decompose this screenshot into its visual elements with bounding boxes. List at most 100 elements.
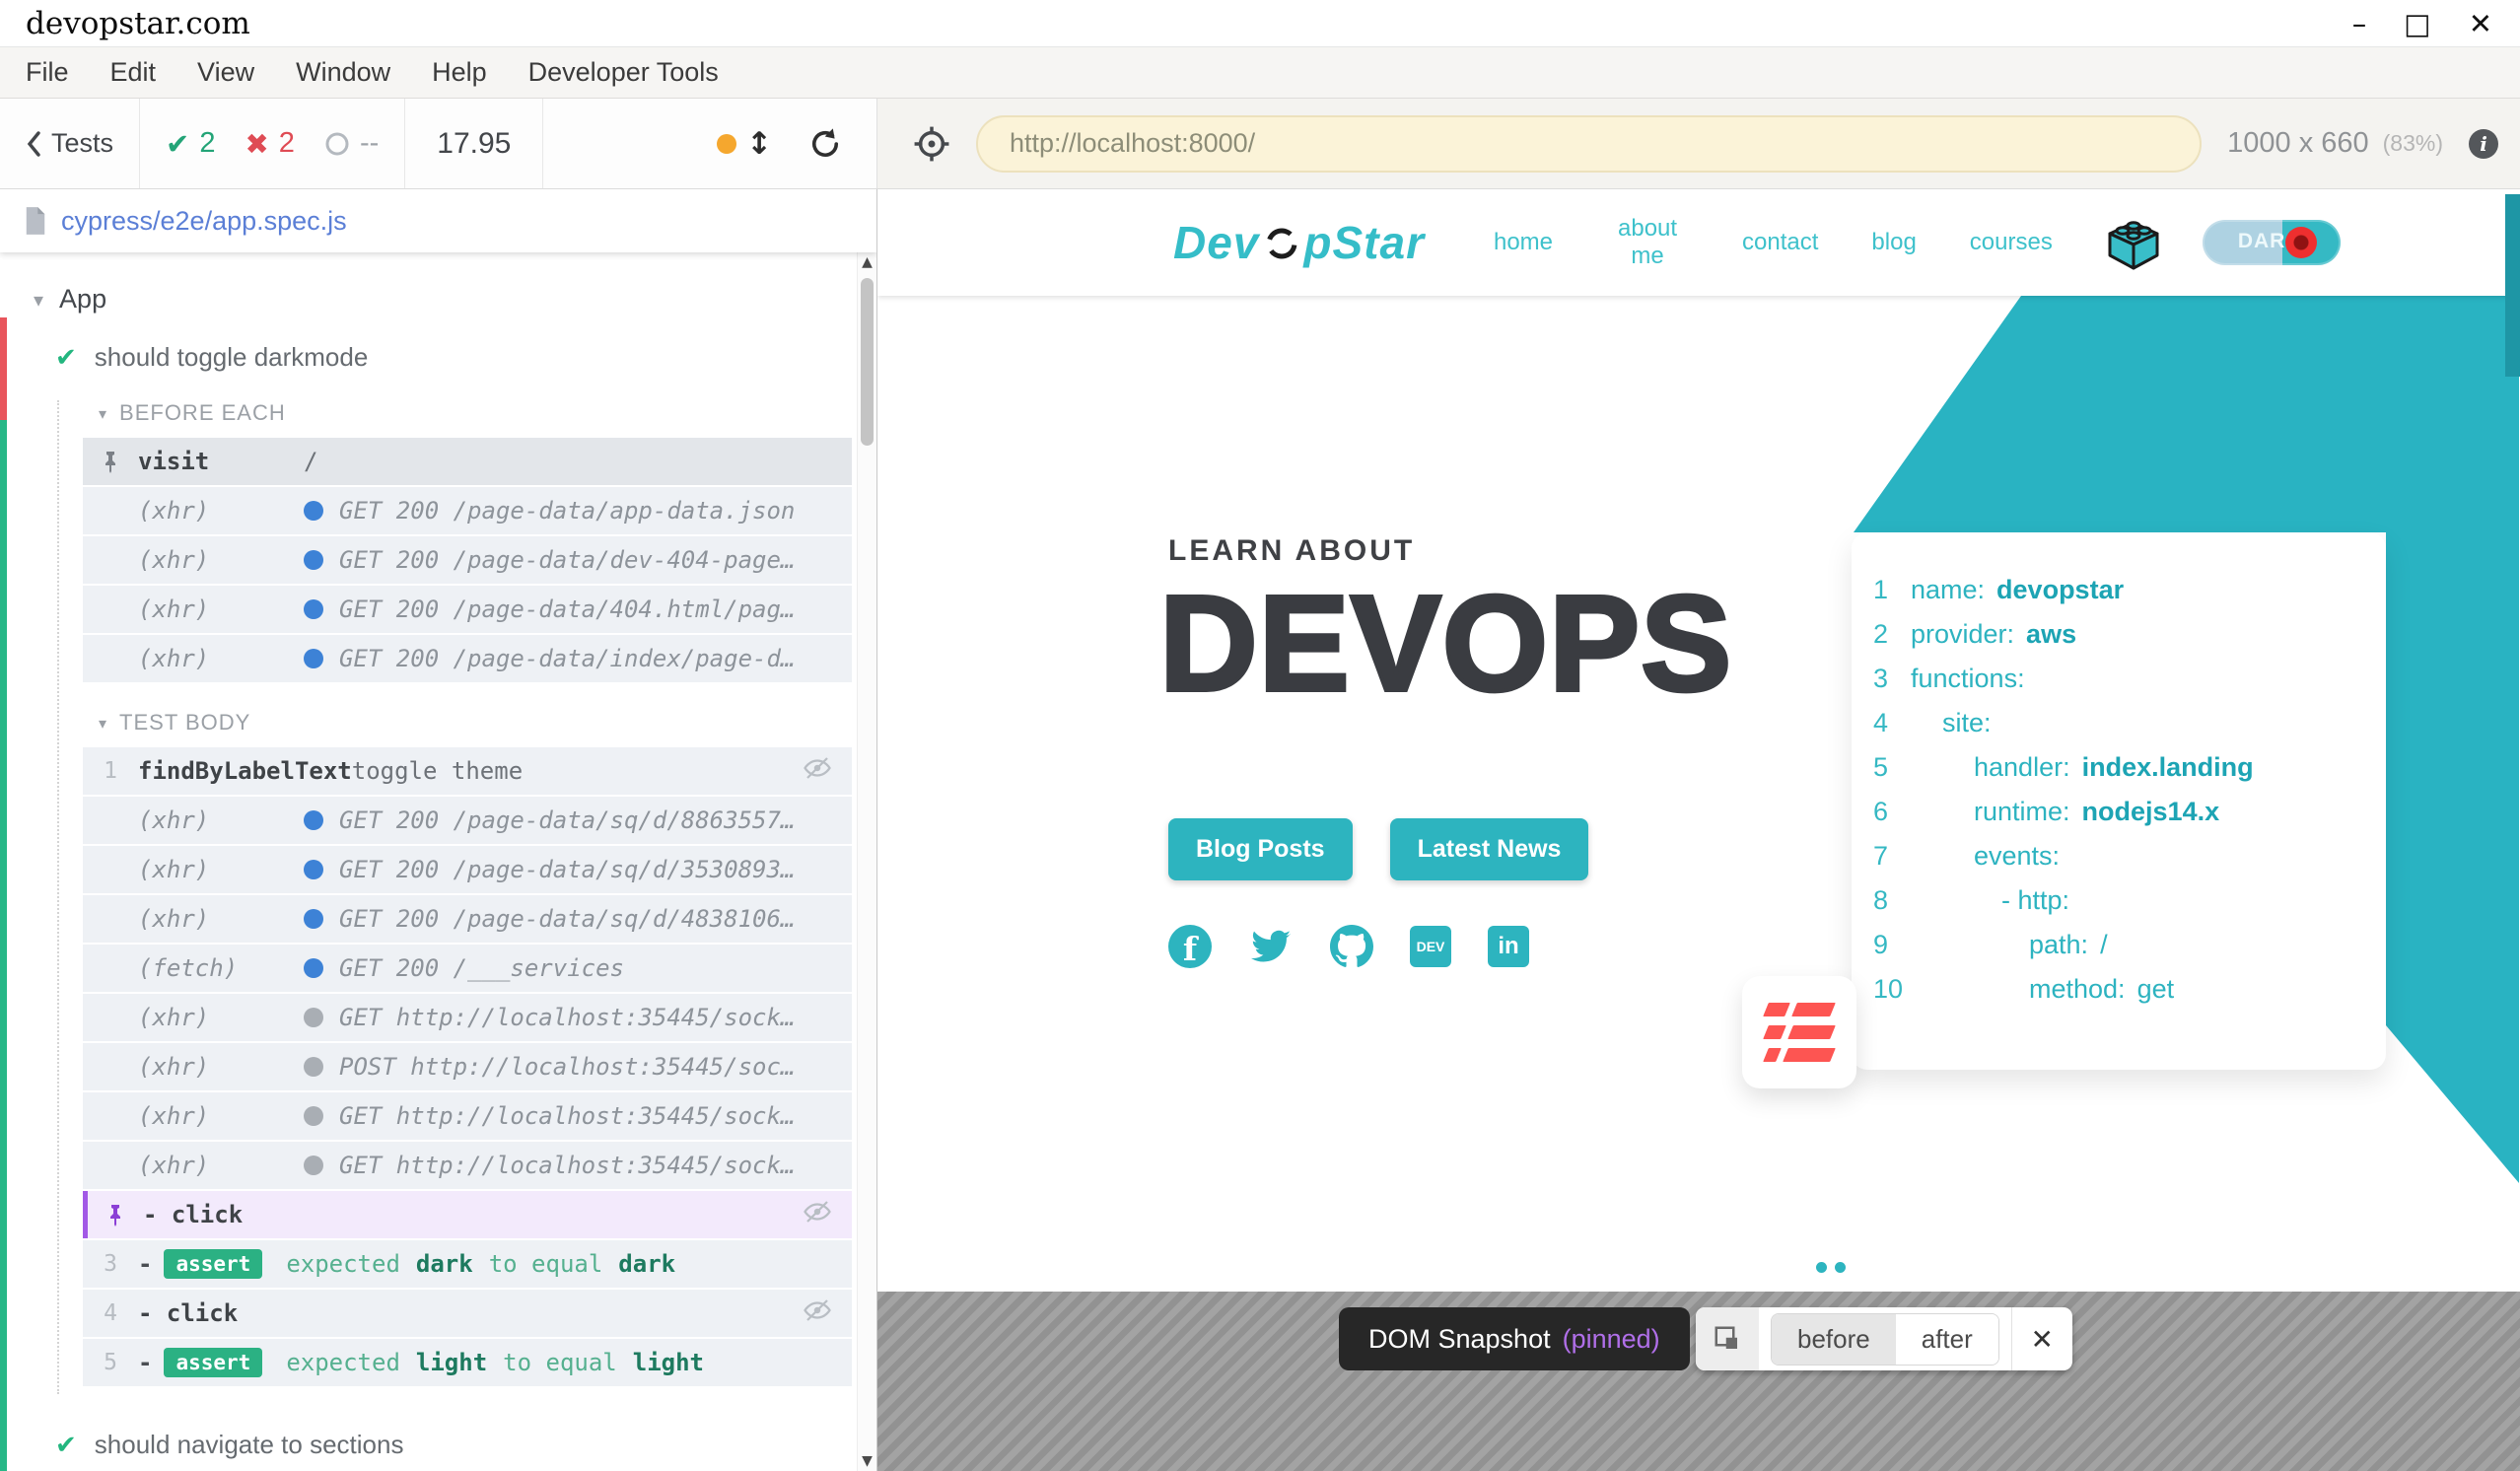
logo-gear-o-icon — [1262, 223, 1301, 262]
command-number: 5 — [104, 1350, 117, 1375]
command-row-findbylabeltext[interactable]: 1 findByLabelText toggle theme — [83, 747, 852, 795]
command-row-fetch[interactable]: (fetch) GET 200 /___services — [83, 945, 852, 992]
test-row-navigate-sections[interactable]: ✔ should navigate to sections — [55, 1430, 876, 1460]
failed-count[interactable]: ✖2 — [245, 127, 294, 161]
after-button[interactable]: after — [1896, 1314, 1998, 1365]
command-row-xhr[interactable]: (xhr) GET 200 /page-data/404.html/pag… — [83, 586, 852, 633]
site-scrollbar-thumb[interactable] — [2505, 194, 2520, 377]
command-row-click-pinned[interactable]: - click — [83, 1191, 852, 1238]
assert-dash: - — [138, 1250, 152, 1278]
command-row-assert[interactable]: 3 - assert expected dark to equal dark — [83, 1240, 852, 1288]
section-before-each[interactable]: ▾ BEFORE EACH — [99, 400, 876, 426]
menu-file[interactable]: File — [26, 57, 69, 88]
command-row-xhr[interactable]: (xhr) GET 200 /page-data/sq/d/4838106… — [83, 895, 852, 943]
command-message: GET 200 /page-data/sq/d/8863557… — [339, 806, 795, 834]
command-message: GET 200 /page-data/dev-404-page… — [339, 546, 795, 574]
suite-row[interactable]: ▾ App — [0, 252, 876, 315]
suite-name: App — [59, 284, 106, 315]
collapse-caret-icon: ▾ — [34, 288, 43, 312]
nav-blog[interactable]: blog — [1871, 229, 1916, 256]
command-row-xhr[interactable]: (xhr) GET 200 /page-data/sq/d/3530893… — [83, 846, 852, 893]
command-message: GET http://localhost:35445/sock… — [339, 1004, 795, 1031]
test-row-toggle-darkmode[interactable]: ✔ should toggle darkmode — [55, 342, 876, 373]
command-row-xhr[interactable]: (xhr) GET 200 /page-data/index/page-d… — [83, 635, 852, 682]
social-links: f DEV in — [1168, 925, 1529, 968]
command-message: GET 200 /page-data/404.html/pag… — [339, 595, 795, 623]
snapshot-close-button[interactable]: ✕ — [2011, 1307, 2072, 1370]
pin-icon[interactable] — [104, 1203, 127, 1226]
nav-home[interactable]: home — [1494, 229, 1553, 256]
command-row-xhr[interactable]: (xhr) GET 200 /page-data/sq/d/8863557… — [83, 797, 852, 844]
dark-mode-toggle[interactable]: DAR — [2203, 220, 2341, 265]
facebook-icon[interactable]: f — [1168, 925, 1212, 968]
code-line: 9path:/ — [1852, 923, 2386, 967]
command-message: toggle theme — [352, 757, 523, 785]
cypress-reporter: cypress/e2e/app.spec.js ▾ App ✔ should t… — [0, 189, 877, 1471]
site-logo[interactable]: Dev pStar — [1173, 216, 1425, 269]
viewport-info-icon[interactable]: i — [2469, 129, 2498, 159]
section-test-body[interactable]: ▾ TEST BODY — [99, 710, 876, 736]
pin-icon[interactable] — [99, 450, 122, 473]
scroll-down-arrow-icon[interactable]: ▼ — [858, 1453, 876, 1469]
twitter-icon[interactable] — [1248, 927, 1294, 966]
latest-news-button[interactable]: Latest News — [1390, 818, 1589, 880]
command-row-xhr[interactable]: (xhr) GET http://localhost:35445/sock… — [83, 994, 852, 1041]
selector-playground-icon[interactable] — [913, 125, 950, 163]
command-name: (xhr) — [138, 1102, 304, 1130]
command-row-xhr[interactable]: (xhr) GET 200 /page-data/dev-404-page… — [83, 536, 852, 584]
status-bar-failed — [0, 317, 7, 420]
nav-courses[interactable]: courses — [1970, 229, 2053, 256]
maximize-button[interactable]: □ — [2404, 7, 2430, 40]
spec-file-link[interactable]: cypress/e2e/app.spec.js — [61, 206, 347, 237]
test-duration: 17.95 — [405, 99, 543, 188]
pending-circle-icon — [324, 131, 350, 157]
url-input[interactable]: http://localhost:8000/ — [976, 115, 2202, 173]
scroll-up-arrow-icon[interactable]: ▲ — [858, 254, 876, 270]
snapshot-title: DOM Snapshot — [1368, 1324, 1551, 1355]
close-button[interactable]: ✕ — [2469, 7, 2492, 40]
linkedin-icon[interactable]: in — [1488, 926, 1529, 967]
lego-brick-icon[interactable] — [2102, 210, 2165, 275]
nav-about-me[interactable]: about me — [1606, 215, 1689, 269]
xhr-status-dot-icon — [304, 860, 323, 879]
command-message: GET 200 /page-data/sq/d/3530893… — [339, 856, 795, 883]
command-number: 3 — [104, 1251, 117, 1277]
menu-window[interactable]: Window — [296, 57, 390, 88]
dev-to-icon[interactable]: DEV — [1410, 926, 1451, 967]
back-to-tests-button[interactable]: Tests — [0, 99, 140, 188]
eye-slash-icon — [803, 1199, 832, 1230]
github-icon[interactable] — [1330, 925, 1373, 968]
menu-edit[interactable]: Edit — [110, 57, 157, 88]
x-icon: ✖ — [245, 127, 268, 161]
xhr-pending-dot-icon — [304, 1156, 323, 1175]
command-row-assert[interactable]: 5 - assert expected light to equal light — [83, 1339, 852, 1386]
auto-scroll-toggle[interactable]: ↕ — [746, 126, 772, 162]
command-name: - click — [138, 1299, 304, 1327]
reporter-scrollbar[interactable]: ▲ ▼ — [857, 252, 876, 1471]
passed-count[interactable]: ✔2 — [166, 127, 215, 161]
command-name: (xhr) — [138, 1152, 304, 1179]
command-number: 4 — [104, 1300, 117, 1326]
command-row-xhr[interactable]: (xhr) GET 200 /page-data/app-data.json — [83, 487, 852, 534]
refresh-icon[interactable] — [807, 126, 843, 162]
command-row-xhr[interactable]: (xhr) POST http://localhost:35445/soc… — [83, 1043, 852, 1090]
command-row-click[interactable]: 4 - click — [83, 1290, 852, 1337]
before-button[interactable]: before — [1772, 1314, 1896, 1365]
assert-badge: assert — [164, 1249, 262, 1279]
command-row-xhr[interactable]: (xhr) GET http://localhost:35445/sock… — [83, 1092, 852, 1140]
command-name: (fetch) — [138, 954, 304, 982]
window-titlebar: devopstar.com – □ ✕ — [0, 0, 2520, 47]
menu-help[interactable]: Help — [432, 57, 487, 88]
snapshot-highlight-button[interactable] — [1696, 1307, 1759, 1370]
command-row-visit[interactable]: visit / — [83, 438, 852, 485]
minimize-button[interactable]: – — [2352, 7, 2367, 40]
command-name: - click — [143, 1201, 309, 1228]
nav-contact[interactable]: contact — [1742, 229, 1818, 256]
scrollbar-thumb[interactable] — [861, 278, 874, 446]
command-row-xhr[interactable]: (xhr) GET http://localhost:35445/sock… — [83, 1142, 852, 1189]
menu-developer-tools[interactable]: Developer Tools — [528, 57, 719, 88]
pending-count[interactable]: -- — [324, 127, 379, 160]
menu-view[interactable]: View — [197, 57, 254, 88]
blog-posts-button[interactable]: Blog Posts — [1168, 818, 1353, 880]
toggle-knob[interactable] — [2285, 227, 2317, 258]
